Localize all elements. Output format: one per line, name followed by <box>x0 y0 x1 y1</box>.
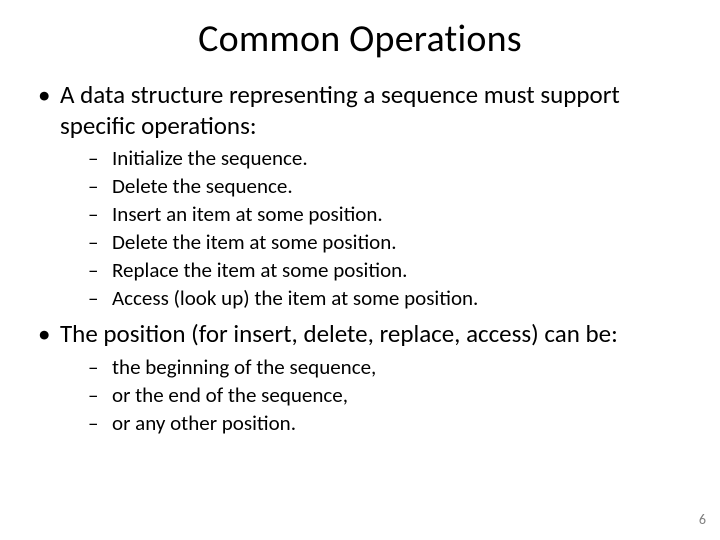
list-item: Insert an item at some position. <box>88 201 684 227</box>
list-item: Delete the sequence. <box>88 173 684 199</box>
list-item: or the end of the sequence, <box>88 382 684 408</box>
sub-bullet-list: Initialize the sequence. Delete the sequ… <box>88 145 684 311</box>
list-item: A data structure representing a sequence… <box>36 80 684 311</box>
list-item: The position (for insert, delete, replac… <box>36 319 684 436</box>
list-item: Initialize the sequence. <box>88 145 684 171</box>
bullet-list: A data structure representing a sequence… <box>36 80 684 436</box>
slide-title: Common Operations <box>0 0 720 62</box>
list-item: Access (look up) the item at some positi… <box>88 285 684 311</box>
slide-content: A data structure representing a sequence… <box>0 62 720 436</box>
list-item: or any other position. <box>88 410 684 436</box>
list-item: the beginning of the sequence, <box>88 354 684 380</box>
sub-bullet-list: the beginning of the sequence, or the en… <box>88 354 684 436</box>
list-item-text: A data structure representing a sequence… <box>60 79 620 141</box>
list-item: Replace the item at some position. <box>88 257 684 283</box>
slide: Common Operations A data structure repre… <box>0 0 720 540</box>
page-number: 6 <box>699 511 706 528</box>
list-item-text: The position (for insert, delete, replac… <box>60 318 618 349</box>
list-item: Delete the item at some position. <box>88 229 684 255</box>
